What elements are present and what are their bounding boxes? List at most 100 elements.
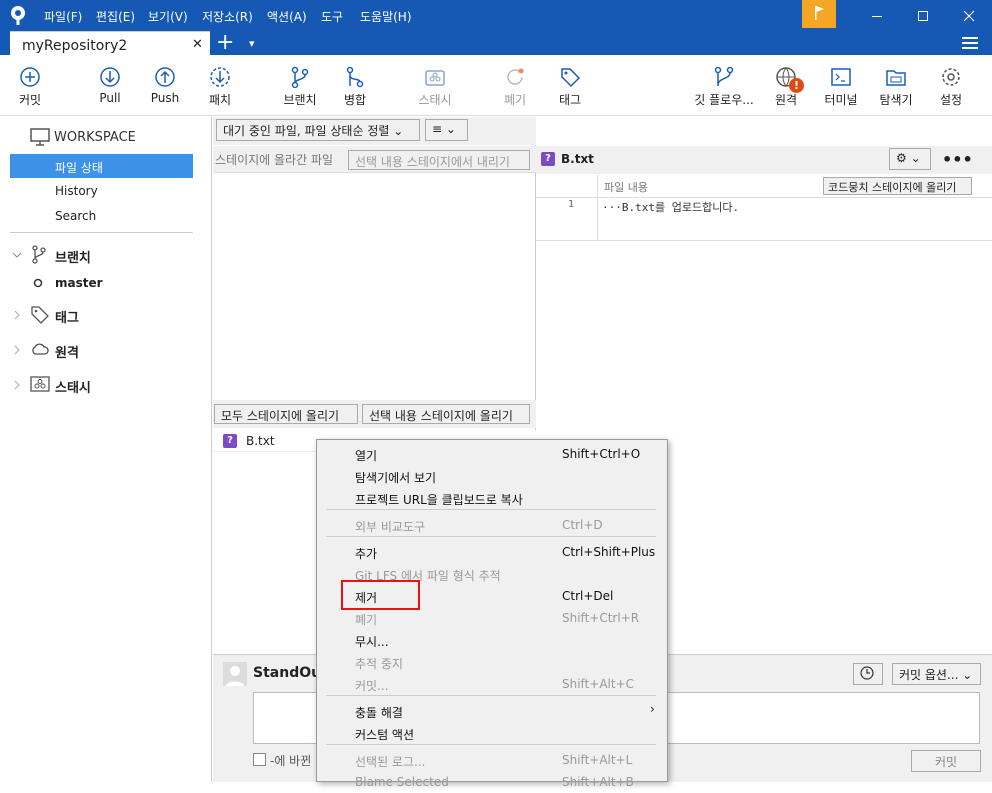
context-menu-item[interactable]: 탐색기에서 보기 <box>316 465 666 487</box>
context-menu-item[interactable]: 추가 Ctrl+Shift+Plus <box>316 541 666 563</box>
branch-icon <box>32 245 46 264</box>
sidebar-group-stashes[interactable]: 스태시 <box>55 377 91 396</box>
menu-edit[interactable]: 편집(E) <box>96 8 135 25</box>
sidebar-group-branches[interactable]: 브랜치 <box>55 247 91 266</box>
discard-button[interactable]: 폐기 <box>485 60 545 112</box>
context-menu-item[interactable]: 열기 Shift+Ctrl+O <box>316 443 666 465</box>
unstaged-file-name[interactable]: B.txt <box>246 434 275 448</box>
menu-file[interactable]: 파일(F) <box>44 8 82 25</box>
sidebar-group-tags[interactable]: 태그 <box>55 307 79 326</box>
menu-item-label: 폐기 <box>355 613 378 627</box>
menu-action[interactable]: 액션(A) <box>267 8 307 25</box>
commit-button[interactable]: 커밋 <box>0 60 60 112</box>
fetch-button[interactable]: 패치 <box>190 60 250 112</box>
context-menu-item[interactable]: 폐기 Shift+Ctrl+R <box>316 607 666 629</box>
menu-tools[interactable]: 도구 <box>321 8 343 25</box>
menu-view[interactable]: 보기(V) <box>148 8 188 25</box>
diff-settings-dropdown[interactable]: ⚙ ⌄ <box>889 148 931 170</box>
remove-highlight-box <box>341 580 420 610</box>
remote-button[interactable]: 원격 <box>756 60 816 112</box>
view-mode-dropdown[interactable]: ≡ ⌄ <box>425 119 468 141</box>
branch-button[interactable]: 브랜치 <box>270 60 330 112</box>
menu-item-label: 추적 중지 <box>355 657 403 671</box>
stage-all-button[interactable]: 모두 스테이지에 올리기 <box>214 404 358 424</box>
menu-separator <box>326 695 656 696</box>
context-menu-item[interactable]: 커밋... Shift+Alt+C <box>316 673 666 695</box>
menu-help[interactable]: 도움말(H) <box>360 8 412 25</box>
stash-icon <box>425 70 445 86</box>
stage-hunk-button[interactable]: 코드뭉치 스테이지에 올리기 <box>823 177 972 195</box>
flag-button[interactable] <box>802 0 836 28</box>
context-menu-item[interactable]: 프로젝트 URL을 클립보드로 복사 <box>316 487 666 509</box>
menu-item-label: 탐색기에서 보기 <box>355 471 437 485</box>
terminal-button[interactable]: 터미널 <box>811 60 871 112</box>
context-menu-item[interactable]: 외부 비교도구 Ctrl+D <box>316 514 666 536</box>
chevron-down-icon[interactable] <box>12 250 22 260</box>
context-menu-item[interactable]: 무시... <box>316 629 666 651</box>
menu-item-shortcut: Shift+Alt+L <box>562 753 633 767</box>
merge-button[interactable]: 병합 <box>325 60 385 112</box>
pull-label: Pull <box>99 91 121 105</box>
menu-separator <box>326 509 656 510</box>
settings-label: 설정 <box>939 93 963 107</box>
settings-button[interactable]: 설정 <box>921 60 981 112</box>
add-tab-icon[interactable]: + <box>216 30 234 55</box>
sidebar <box>0 117 212 782</box>
branch-label: 브랜치 <box>283 93 317 107</box>
context-menu-item[interactable]: 추적 중지 <box>316 651 666 673</box>
tab-close-icon[interactable]: ✕ <box>192 37 203 52</box>
pull-button[interactable]: Pull <box>80 60 140 112</box>
commit-submit-label: 커밋 <box>934 755 958 769</box>
commit-icon <box>20 67 40 87</box>
context-menu-item[interactable]: 커스텀 액션 <box>316 722 666 744</box>
untracked-file-icon: ? <box>223 434 237 448</box>
tab-dropdown-icon[interactable]: ▾ <box>249 37 255 50</box>
unstage-selected-button[interactable]: 선택 내용 스테이지에서 내리기 <box>348 150 530 170</box>
explorer-button[interactable]: 탐색기 <box>866 60 926 112</box>
commit-options-dropdown[interactable]: 커밋 옵션... ⌄ <box>892 663 981 685</box>
git-flow-button[interactable]: 깃 플로우... <box>688 60 760 112</box>
fetch-icon <box>210 67 230 87</box>
sidebar-item-search[interactable]: Search <box>55 209 96 223</box>
menu-separator <box>326 744 656 745</box>
menu-item-label: 프로젝트 URL을 클립보드로 복사 <box>355 493 523 507</box>
diff-file-name: B.txt <box>561 152 594 166</box>
push-checkbox[interactable] <box>253 753 266 766</box>
close-window-button[interactable] <box>946 0 992 31</box>
sidebar-branch-master[interactable]: master <box>55 276 103 290</box>
context-menu-item[interactable]: 선택된 로그... Shift+Alt+L <box>316 749 666 771</box>
menu-item-label: 열기 <box>355 449 378 463</box>
chevron-right-icon[interactable] <box>12 380 22 390</box>
unstage-selected-label: 선택 내용 스테이지에서 내리기 <box>355 155 510 169</box>
menu-repository[interactable]: 저장소(R) <box>202 8 253 25</box>
sidebar-group-remotes[interactable]: 원격 <box>55 342 79 361</box>
history-clock-button[interactable] <box>853 663 883 685</box>
stage-selected-button[interactable]: 선택 내용 스테이지에 올리기 <box>362 404 530 424</box>
line-gutter <box>536 175 598 240</box>
more-options-icon[interactable]: ••• <box>942 150 973 169</box>
gear-icon <box>942 68 960 86</box>
stage-selected-label: 선택 내용 스테이지에 올리기 <box>369 409 513 423</box>
sidebar-item-file-status[interactable]: 파일 상태 <box>10 154 193 178</box>
git-flow-icon <box>714 66 734 86</box>
hamburger-menu-icon[interactable] <box>962 36 978 50</box>
minimize-button[interactable] <box>854 0 900 31</box>
commit-submit-button[interactable]: 커밋 <box>911 750 981 772</box>
stash-button[interactable]: 스태시 <box>405 60 465 112</box>
line-number: 1 <box>568 199 575 210</box>
push-button[interactable]: Push <box>135 60 195 112</box>
sidebar-item-history[interactable]: History <box>55 184 98 198</box>
context-menu-item[interactable]: Blame Selected Shift+Alt+B <box>316 771 666 793</box>
sort-dropdown[interactable]: 대기 중인 파일, 파일 상태순 정렬 ⌄ <box>216 119 420 141</box>
context-menu-item[interactable]: 충돌 해결 <box>316 700 666 722</box>
chevron-right-icon[interactable] <box>12 345 22 355</box>
current-branch-icon <box>33 278 43 288</box>
commit-options-label: 커밋 옵션... <box>899 668 959 682</box>
menu-item-label: 커밋... <box>355 679 389 693</box>
chevron-right-icon[interactable] <box>12 310 22 320</box>
maximize-button[interactable] <box>900 0 946 31</box>
menu-item-label: 무시... <box>355 635 389 649</box>
clock-icon <box>860 666 874 680</box>
tag-button[interactable]: 태그 <box>540 60 600 112</box>
list-view-icon: ≡ <box>432 122 443 136</box>
